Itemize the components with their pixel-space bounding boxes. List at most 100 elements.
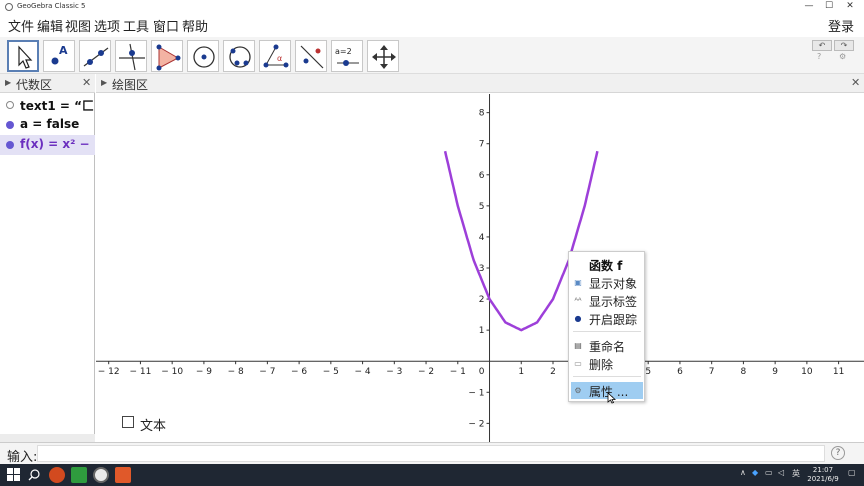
line-tool-button[interactable] <box>79 40 111 72</box>
notification-icon[interactable]: ▢ <box>848 468 856 477</box>
cursor-arrow-icon <box>18 45 33 69</box>
reflect-tool-button[interactable] <box>295 40 327 72</box>
circle-tool-button[interactable] <box>187 40 219 72</box>
close-algebra-view-button[interactable]: ✕ <box>82 76 91 89</box>
redo-button[interactable]: ↷ <box>834 40 854 51</box>
move-graphics-view-tool-button[interactable] <box>367 40 399 72</box>
y-tick-label: 7 <box>479 140 485 150</box>
tray-ime-icon[interactable]: 英 <box>792 468 800 479</box>
windows-start-icon[interactable] <box>7 468 21 482</box>
algebra-view: ▶ 代数区 ✕ text1 = “匚 a = false f(x) = x² − <box>0 74 95 442</box>
angle-tool-button[interactable]: α <box>259 40 291 72</box>
x-tick-label: 11 <box>833 367 844 377</box>
move-tool-button[interactable] <box>7 40 39 72</box>
x-tick-label: 2 <box>550 367 556 377</box>
login-button[interactable]: 登录 <box>828 16 854 35</box>
clock-time: 21:07 <box>812 466 834 474</box>
menu-item-label: 删除 <box>589 358 614 372</box>
undo-button[interactable]: ↶ <box>812 40 832 51</box>
show-label-icon: ᴬᴬ <box>574 296 582 305</box>
menu-view[interactable]: 视图 <box>65 16 91 35</box>
tray-volume-icon[interactable]: ◁ <box>778 468 784 477</box>
algebra-row-text: text1 = “匚 <box>20 99 94 113</box>
x-tick-label: 8 <box>741 367 747 377</box>
close-window-button[interactable]: ✕ <box>841 0 859 13</box>
point-tool-button[interactable]: A <box>43 40 75 72</box>
expand-arrow-icon[interactable]: ▶ <box>5 78 11 87</box>
visibility-dot-icon[interactable] <box>6 101 14 109</box>
menu-item-label: 显示对象 <box>589 277 638 291</box>
toolbar: A α a=2 ↶ ↷ ? ⚙ <box>0 37 864 74</box>
x-tick-label: 10 <box>801 367 813 377</box>
expand-arrow-icon[interactable]: ▶ <box>101 78 107 87</box>
geogebra-taskbar-icon[interactable] <box>93 467 109 483</box>
maximize-button[interactable]: ☐ <box>820 0 838 13</box>
input-label: 输入: <box>7 450 38 465</box>
title-bar: GeoGebra Classic 5 — ☐ ✕ <box>0 0 864 13</box>
algebra-horizontal-scrollbar[interactable] <box>0 434 95 442</box>
settings-icon[interactable]: ⚙ <box>839 52 846 61</box>
circle-center-point-icon <box>193 46 215 68</box>
tray-shield-icon[interactable]: ◆ <box>752 468 758 477</box>
algebra-row-a[interactable]: a = false <box>0 115 95 135</box>
input-help-icon[interactable]: ? <box>831 446 845 460</box>
x-tick-label: − 5 <box>323 367 339 377</box>
recorder-app-icon[interactable] <box>115 467 131 483</box>
delete-icon: ▭ <box>574 359 582 368</box>
visibility-dot-icon[interactable] <box>6 141 14 149</box>
menu-options[interactable]: 选项 <box>94 16 120 35</box>
y-tick-label: 8 <box>479 109 485 119</box>
clock-date: 2021/6/9 <box>807 475 839 483</box>
x-tick-label: 1 <box>518 367 524 377</box>
menu-item-show-label[interactable]: ᴬᴬ 显示标签 <box>571 292 643 309</box>
menu-item-delete[interactable]: ▭ 删除 <box>571 355 643 372</box>
search-icon[interactable] <box>28 469 40 481</box>
input-bar: 输入: ? <box>0 442 864 465</box>
menu-item-label: 开启跟踪 <box>589 313 638 327</box>
input-field[interactable] <box>37 445 825 462</box>
menu-tools[interactable]: 工具 <box>123 16 149 35</box>
menu-file[interactable]: 文件 <box>8 16 34 35</box>
perpendicular-line-tool-button[interactable] <box>115 40 147 72</box>
menu-help[interactable]: 帮助 <box>182 16 208 35</box>
slider-icon <box>337 60 359 66</box>
menu-separator <box>573 376 641 377</box>
ellipse-tool-button[interactable] <box>223 40 255 72</box>
y-tick-label: 6 <box>479 171 485 181</box>
menu-window[interactable]: 窗口 <box>153 16 179 35</box>
menu-bar: 文件 编辑 视图 选项 工具 窗口 帮助 登录 <box>0 13 864 37</box>
minimize-button[interactable]: — <box>800 0 818 13</box>
menu-item-rename[interactable]: ▤ 重命名 <box>571 337 643 354</box>
menu-item-trace[interactable]: ● 开启跟踪 <box>571 310 643 327</box>
graphics-canvas[interactable]: − 12− 11− 10− 9− 8− 7− 6− 5− 4− 3− 2− 11… <box>96 94 864 442</box>
x-tick-label: 5 <box>645 367 651 377</box>
y-tick-label: 1 <box>479 326 485 336</box>
close-graphics-view-button[interactable]: ✕ <box>851 76 860 89</box>
spreadsheet-app-icon[interactable] <box>71 467 87 483</box>
app-window: GeoGebra Classic 5 — ☐ ✕ 文件 编辑 视图 选项 工具 … <box>0 0 864 486</box>
menu-edit[interactable]: 编辑 <box>37 16 63 35</box>
tray-network-icon[interactable]: ▭ <box>765 468 773 477</box>
x-tick-label: − 7 <box>259 367 275 377</box>
visibility-dot-icon[interactable] <box>6 121 14 129</box>
graphics-view[interactable]: ▶ 绘图区 ✕ − 12− 11− 10− 9− 8− 7− 6− 5− 4− … <box>96 74 864 442</box>
move-arrows-icon <box>372 45 396 69</box>
x-tick-label: − 11 <box>130 367 152 377</box>
help-icon[interactable]: ? <box>817 52 821 61</box>
menu-item-show-object[interactable]: ▣ 显示对象 <box>571 274 643 291</box>
algebra-row-text: f(x) = x² − <box>20 137 90 151</box>
slider-tool-button[interactable]: a=2 <box>331 40 363 72</box>
algebra-row-text1[interactable]: text1 = “匚 <box>0 95 95 115</box>
algebra-row-f[interactable]: f(x) = x² − <box>0 135 95 155</box>
taskbar-clock[interactable]: 21:07 2021/6/9 <box>806 466 840 484</box>
text-checkbox[interactable] <box>122 416 134 428</box>
tray-chevron-icon[interactable]: ∧ <box>740 468 746 477</box>
x-tick-label: 7 <box>709 367 715 377</box>
browser-icon[interactable] <box>49 467 65 483</box>
x-tick-label: − 2 <box>418 367 434 377</box>
polygon-tool-button[interactable] <box>151 40 183 72</box>
line-through-points-icon <box>83 47 109 67</box>
x-tick-label: − 9 <box>196 367 212 377</box>
os-taskbar: ∧ ◆ ▭ ◁ 英 21:07 2021/6/9 ▢ <box>0 464 864 486</box>
y-tick-label: − 2 <box>468 419 484 429</box>
